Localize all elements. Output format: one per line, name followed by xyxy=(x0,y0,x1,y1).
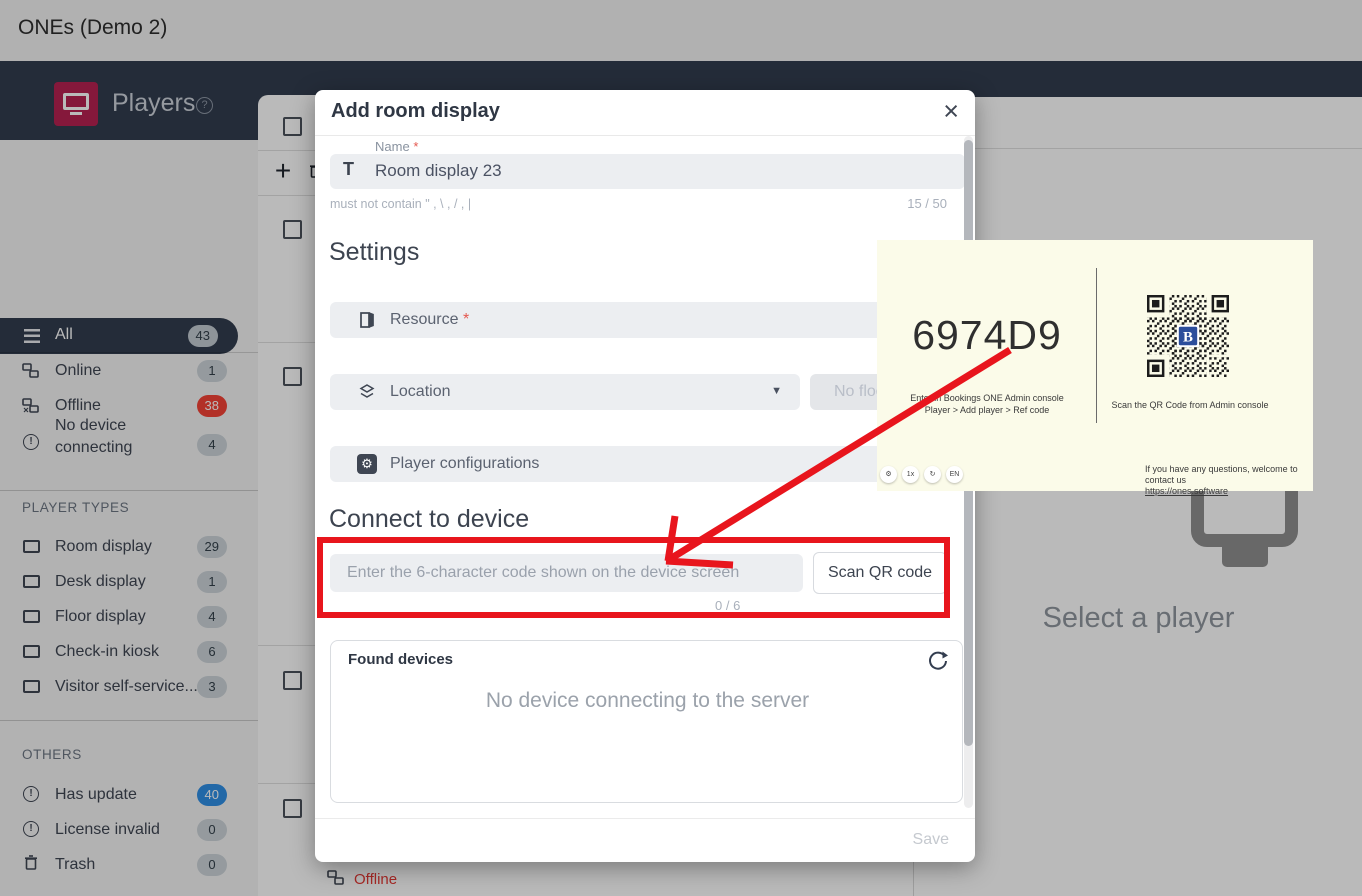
gear-icon: ⚙ xyxy=(357,454,377,474)
no-device-message: No device connecting to the server xyxy=(331,689,964,713)
name-field-label: Name * xyxy=(375,139,418,154)
door-icon xyxy=(358,311,376,329)
device-settings-button gear-icon[interactable]: ⚙ xyxy=(880,466,897,483)
device-toolbar: ⚙ 1x ↻ EN xyxy=(880,466,963,483)
device-refresh-button refresh-icon[interactable]: ↻ xyxy=(924,466,941,483)
qr-caption: Scan the QR Code from Admin console xyxy=(1105,400,1275,410)
divider xyxy=(315,135,975,136)
player-configurations-field[interactable]: ⚙ Player configurations xyxy=(330,446,965,482)
qr-code: B xyxy=(1147,295,1229,377)
contact-text: If you have any questions, welcome to co… xyxy=(1145,464,1313,497)
contact-link[interactable]: https://ones.software xyxy=(1145,486,1228,496)
modal-footer: Save xyxy=(315,818,975,862)
resource-field[interactable]: Resource * xyxy=(330,302,965,338)
modal-title: Add room display xyxy=(331,100,500,123)
name-input-value: Room display 23 xyxy=(375,161,502,181)
found-devices-title: Found devices xyxy=(348,651,453,668)
pairing-code-caption: Enter in Bookings ONE Admin console Play… xyxy=(887,392,1087,416)
refresh-icon[interactable] xyxy=(926,649,950,673)
location-dropdown[interactable]: Location ▼ xyxy=(330,374,800,410)
device-speed-button[interactable]: 1x xyxy=(902,466,919,483)
connect-to-device-heading: Connect to device xyxy=(329,505,529,534)
settings-heading: Settings xyxy=(329,238,419,267)
qr-logo-letter: B xyxy=(1183,330,1193,346)
device-screen-overlay: 6974D9 Enter in Bookings ONE Admin conso… xyxy=(877,240,1313,491)
pairing-code: 6974D9 xyxy=(877,312,1097,359)
chevron-down-icon: ▼ xyxy=(771,385,782,397)
name-helper-text: must not contain " , \ , / , | xyxy=(330,197,471,211)
close-icon[interactable]: × xyxy=(943,96,959,127)
device-language-button[interactable]: EN xyxy=(946,466,963,483)
divider xyxy=(1096,268,1097,423)
add-room-display-modal: Add room display × Name * T Room display… xyxy=(315,90,975,862)
layers-icon xyxy=(358,383,376,401)
text-type-icon: T xyxy=(343,159,354,180)
name-char-counter: 15 / 50 xyxy=(907,196,947,211)
annotation-highlight-rectangle xyxy=(317,537,950,618)
found-devices-panel: Found devices No device connecting to th… xyxy=(330,640,963,803)
save-button[interactable]: Save xyxy=(913,831,949,849)
